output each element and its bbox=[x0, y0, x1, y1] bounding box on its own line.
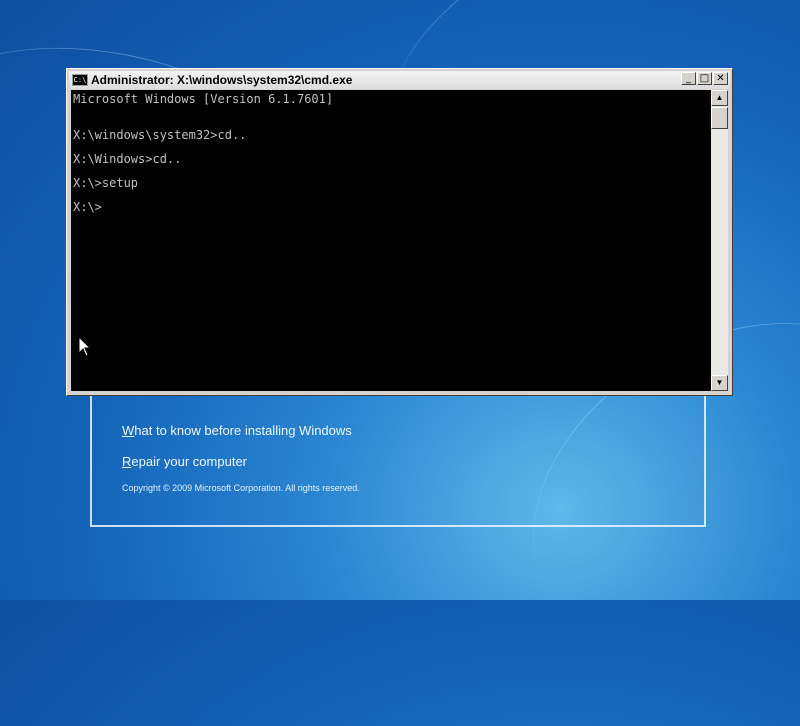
setup-dialog: What to know before installing Windows R… bbox=[90, 385, 706, 527]
scroll-thumb[interactable] bbox=[711, 107, 728, 129]
scroll-up-button[interactable]: ▲ bbox=[711, 90, 728, 106]
console-line: X:\Windows>cd.. bbox=[73, 152, 182, 166]
copyright-text: Copyright © 2009 Microsoft Corporation. … bbox=[122, 483, 360, 493]
maximize-button[interactable]: □ bbox=[697, 72, 712, 85]
title-bar[interactable]: C:\ Administrator: X:\windows\system32\c… bbox=[69, 71, 730, 89]
access-key-r: R bbox=[122, 454, 132, 469]
what-to-know-link[interactable]: What to know before installing Windows bbox=[122, 423, 352, 438]
scroll-down-button[interactable]: ▼ bbox=[711, 375, 728, 391]
window-title: Administrator: X:\windows\system32\cmd.e… bbox=[91, 73, 353, 87]
console-line: X:\> bbox=[73, 200, 102, 214]
access-key-w: W bbox=[122, 423, 135, 438]
what-to-know-label: hat to know before installing Windows bbox=[134, 423, 352, 438]
console-output[interactable]: Microsoft Windows [Version 6.1.7601] X:\… bbox=[71, 90, 711, 391]
repair-computer-label: epair your computer bbox=[131, 454, 248, 469]
minimize-button[interactable]: _ bbox=[681, 72, 696, 85]
mouse-cursor-icon bbox=[78, 336, 92, 357]
console-line: X:\>setup bbox=[73, 176, 139, 190]
console-line: X:\windows\system32>cd.. bbox=[73, 128, 247, 142]
cmd-window[interactable]: C:\ Administrator: X:\windows\system32\c… bbox=[66, 68, 733, 396]
repair-computer-link[interactable]: Repair your computer bbox=[122, 454, 247, 469]
vertical-scrollbar[interactable]: ▲ ▼ bbox=[711, 90, 728, 391]
cmd-icon[interactable]: C:\ bbox=[72, 74, 88, 86]
close-button[interactable]: ✕ bbox=[713, 72, 728, 85]
console-line: Microsoft Windows [Version 6.1.7601] bbox=[73, 92, 334, 106]
window-controls: _ □ ✕ bbox=[680, 72, 728, 85]
